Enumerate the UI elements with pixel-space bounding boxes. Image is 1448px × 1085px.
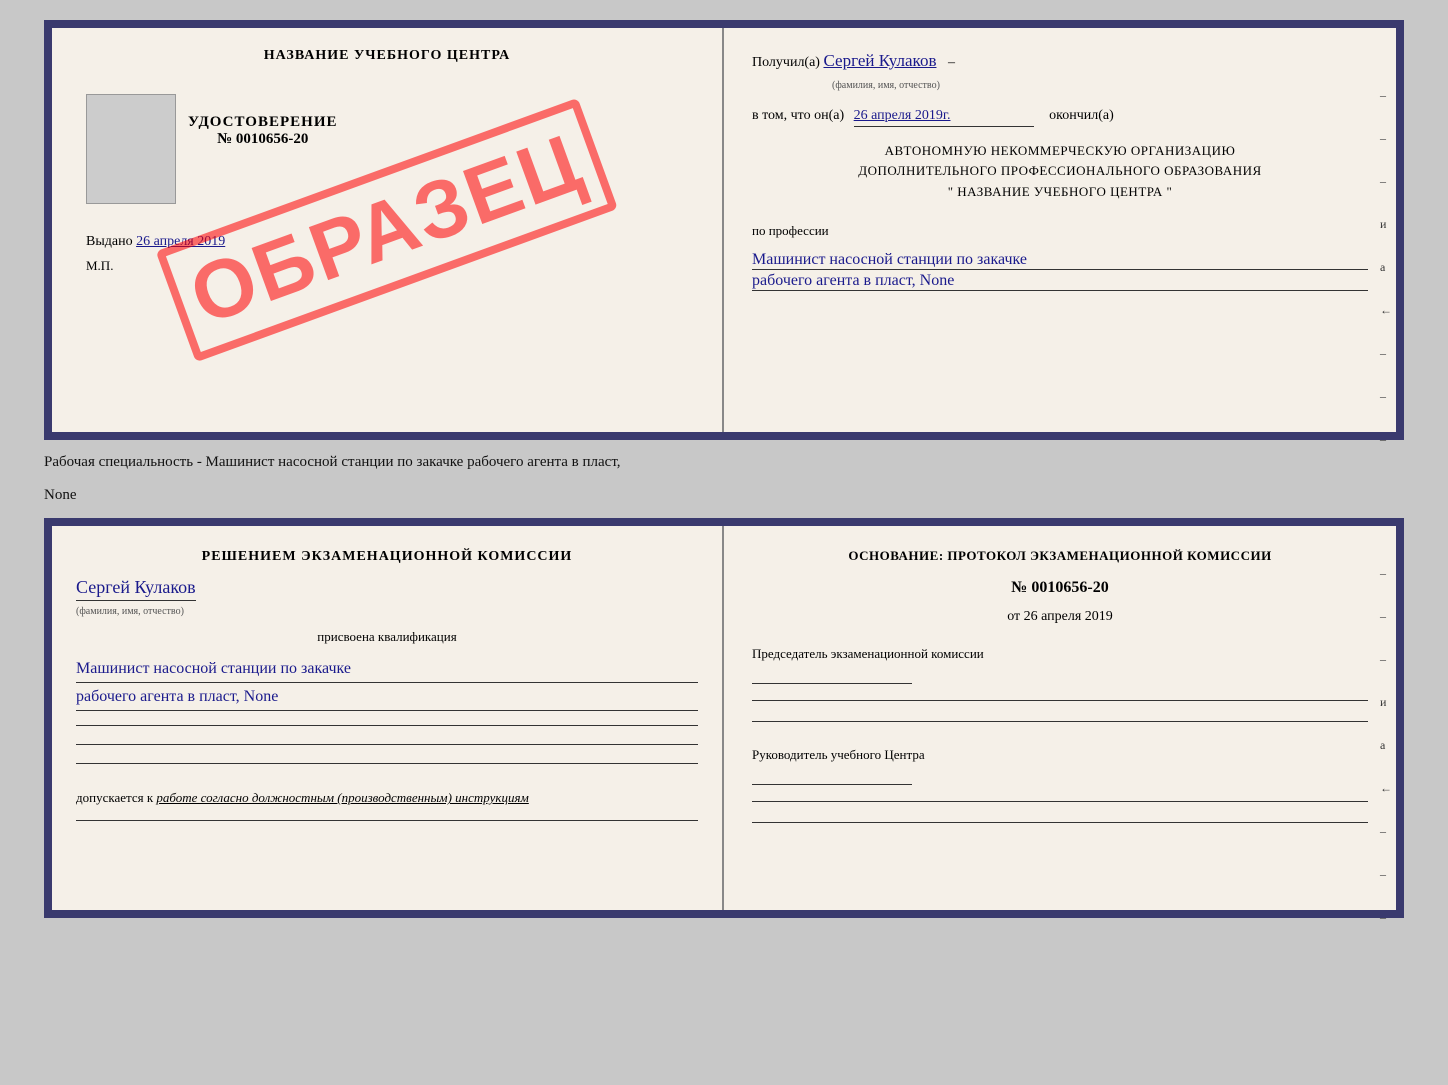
- predsedatel-signature-line: [752, 683, 912, 684]
- photo-placeholder: [86, 94, 176, 204]
- separator-line-1: [76, 725, 698, 726]
- qualification-line1: Машинист насосной станции по закачке: [76, 655, 698, 683]
- protocol-date: от 26 апреля 2019: [752, 609, 1368, 625]
- middle-text-2: None: [44, 485, 1404, 506]
- rukovoditel-block: Руководитель учебного Центра: [752, 746, 1368, 785]
- separator-right-3: [752, 801, 1368, 802]
- po-professii-label: по профессии: [752, 223, 829, 238]
- vydano-label: Выдано: [86, 234, 133, 249]
- protocol-number: № 0010656-20: [752, 579, 1368, 597]
- org-line1: АВТОНОМНУЮ НЕКОММЕРЧЕСКУЮ ОРГАНИЗАЦИЮ: [752, 141, 1368, 162]
- bottom-doc-right: Основание: протокол экзаменационной коми…: [724, 526, 1396, 910]
- separator-right-1: [752, 700, 1368, 701]
- middle-text-1: Рабочая специальность - Машинист насосно…: [44, 452, 1404, 473]
- org-line2: ДОПОЛНИТЕЛЬНОГО ПРОФЕССИОНАЛЬНОГО ОБРАЗО…: [752, 161, 1368, 182]
- qualification-block: Машинист насосной станции по закачке раб…: [76, 655, 698, 711]
- poluchil-row: Получил(a) Сергей Кулаков – (фамилия, им…: [752, 48, 1368, 95]
- rukovoditel-title: Руководитель учебного Центра: [752, 746, 1368, 764]
- bottom-doc-left: Решением экзаменационной комиссии Сергей…: [52, 526, 724, 910]
- predsedatel-title: Председатель экзаменационной комиссии: [752, 645, 1368, 663]
- middle-text-content: Рабочая специальность - Машинист насосно…: [44, 454, 621, 470]
- profession-line2: рабочего агента в пласт, None: [752, 272, 1368, 291]
- separator-right-4: [752, 822, 1368, 823]
- separator-line-3: [76, 763, 698, 764]
- udostoverenie-title: УДОСТОВЕРЕНИЕ: [188, 114, 338, 131]
- udostoverenie-block: УДОСТОВЕРЕНИЕ № 0010656-20: [188, 114, 338, 148]
- top-doc-right: Получил(a) Сергей Кулаков – (фамилия, им…: [724, 28, 1396, 432]
- vtomchto-date: 26 апреля 2019г.: [854, 105, 1034, 127]
- komissia-familiya-label: (фамилия, имя, отчество): [76, 606, 184, 617]
- org-block: АВТОНОМНУЮ НЕКОММЕРЧЕСКУЮ ОРГАНИЗАЦИЮ ДО…: [752, 141, 1368, 203]
- osnovaniye-text: Основание: протокол экзаменационной коми…: [752, 546, 1368, 567]
- ot-label: от: [1007, 609, 1020, 624]
- bottom-document: Решением экзаменационной комиссии Сергей…: [44, 518, 1404, 918]
- top-document: НАЗВАНИЕ УЧЕБНОГО ЦЕНТРА УДОСТОВЕРЕНИЕ №…: [44, 20, 1404, 440]
- komissia-title: Решением экзаменационной комиссии: [76, 546, 698, 567]
- vydano-line: Выдано 26 апреля 2019: [86, 234, 225, 250]
- predsedatel-block: Председатель экзаменационной комиссии: [752, 645, 1368, 684]
- separator-line-4: [76, 820, 698, 821]
- org-line3: " НАЗВАНИЕ УЧЕБНОГО ЦЕНТРА ": [752, 182, 1368, 203]
- familiya-label-top: (фамилия, имя, отчество): [832, 80, 940, 91]
- dopuskaetsya-label: допускается к: [76, 790, 153, 805]
- okonchil-label: окончил(а): [1049, 108, 1114, 123]
- middle-text-content-2: None: [44, 487, 77, 503]
- top-doc-left: НАЗВАНИЕ УЧЕБНОГО ЦЕНТРА УДОСТОВЕРЕНИЕ №…: [52, 28, 724, 432]
- profession-line1: Машинист насосной станции по закачке: [752, 251, 1368, 270]
- right-dashes-bottom: – – – и а ← – – –: [1380, 566, 1392, 925]
- udostoverenie-number: № 0010656-20: [188, 131, 338, 148]
- vtomchto-label: в том, что он(а): [752, 108, 844, 123]
- right-dashes-top: – – – и а ← – – –: [1380, 88, 1392, 447]
- separator-right-2: [752, 721, 1368, 722]
- center-name-top: НАЗВАНИЕ УЧЕБНОГО ЦЕНТРА: [264, 48, 510, 64]
- komissia-name: Сергей Кулаков: [76, 577, 196, 601]
- separator-line-2: [76, 744, 698, 745]
- qualification-line2: рабочего агента в пласт, None: [76, 683, 698, 711]
- prisvoena-text: присвоена квалификация: [76, 629, 698, 645]
- komissia-name-block: Сергей Кулаков (фамилия, имя, отчество): [76, 577, 698, 619]
- profession-block: Машинист насосной станции по закачке раб…: [752, 249, 1368, 291]
- po-professii: по профессии: [752, 223, 1368, 239]
- rukovoditel-signature-line: [752, 784, 912, 785]
- poluchil-name: Сергей Кулаков: [823, 51, 936, 70]
- dopuskaetsya-block: допускается к работе согласно должностны…: [76, 790, 698, 806]
- protocol-date-value: 26 апреля 2019: [1024, 609, 1113, 624]
- vydano-date: 26 апреля 2019: [136, 234, 225, 249]
- dopuskaetsya-value: работе согласно должностным (производств…: [156, 790, 528, 805]
- mp-label: М.П.: [86, 258, 113, 274]
- vtomchto-row: в том, что он(а) 26 апреля 2019г. окончи…: [752, 105, 1368, 127]
- poluchil-label: Получил(a): [752, 55, 820, 70]
